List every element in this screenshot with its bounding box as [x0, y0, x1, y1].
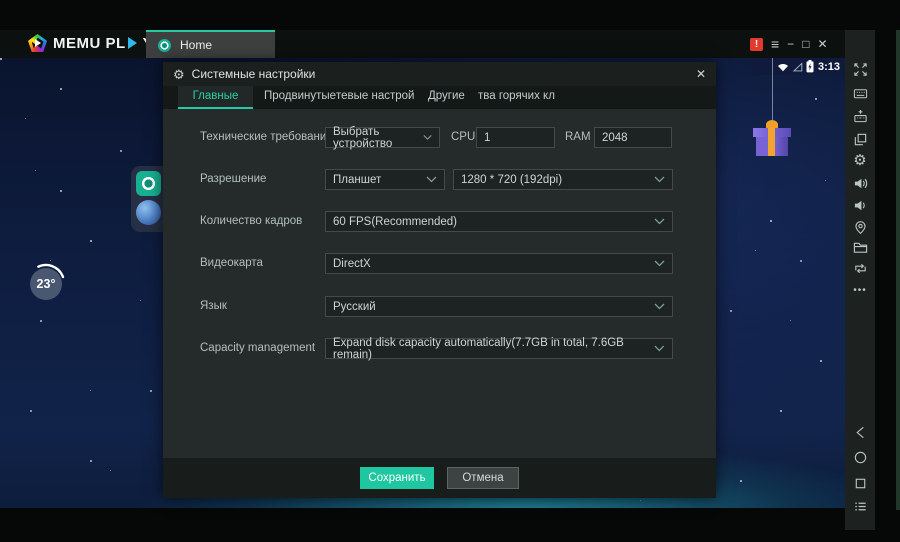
window-edge — [896, 30, 900, 510]
nav-home-icon[interactable] — [852, 449, 868, 465]
settings-gear-icon[interactable]: ⚙ — [852, 153, 868, 169]
ram-label: RAM — [565, 131, 591, 143]
memu-logo: MEMU PLY — [28, 34, 153, 52]
volume-down-icon[interactable] — [852, 197, 868, 213]
browser-app-icon[interactable] — [136, 200, 161, 225]
clock: 3:13 — [818, 61, 840, 73]
home-tab-label: Home — [180, 38, 212, 52]
chevron-down-icon — [654, 218, 665, 225]
volume-up-icon[interactable] — [852, 175, 868, 191]
save-button[interactable]: Сохранить — [360, 467, 434, 489]
dialog-body: Технические требования Выбрать устройств… — [163, 109, 716, 458]
wifi-icon — [777, 62, 789, 72]
nav-menu-icon[interactable] — [852, 498, 868, 514]
window-controls: ! ≡ − □ ✕ — [750, 37, 828, 51]
memu-app-icon[interactable] — [136, 171, 161, 196]
window-toolbar: MEMU PLY Home ! ≡ − □ ✕ — [0, 30, 875, 58]
multi-instance-icon[interactable] — [852, 131, 868, 147]
resolution-label: Разрешение — [200, 173, 266, 185]
capacity-label: Capacity management — [200, 342, 315, 354]
notification-badge[interactable]: ! — [750, 38, 763, 51]
tool-sidebar: ⚙ ••• — [845, 30, 875, 530]
capacity-select[interactable]: Expand disk capacity automatically(7.7GB… — [325, 338, 673, 359]
language-select[interactable]: Русский — [325, 296, 673, 317]
chevron-down-icon — [654, 345, 665, 352]
fullscreen-icon[interactable] — [852, 61, 868, 77]
play-triangle-icon — [128, 37, 143, 49]
location-icon[interactable] — [852, 219, 868, 235]
rotate-screen-icon[interactable] — [852, 260, 868, 276]
cpu-input[interactable] — [476, 127, 555, 148]
row-capacity: Capacity management Expand disk capacity… — [163, 338, 716, 359]
chevron-down-icon — [654, 303, 665, 310]
ram-input[interactable] — [594, 127, 672, 148]
fps-select[interactable]: 60 FPS(Recommended) — [325, 211, 673, 232]
dialog-close-icon[interactable]: ✕ — [696, 67, 706, 81]
resolution-type-select[interactable]: Планшет — [325, 169, 445, 190]
row-language: Язык Русский — [163, 296, 716, 317]
gift-box[interactable] — [753, 120, 791, 158]
battery-charging-icon — [806, 60, 814, 73]
gift-string — [772, 58, 773, 126]
tab-other[interactable]: Другие — [428, 86, 465, 109]
minimize-icon[interactable]: − — [787, 37, 794, 51]
shared-folder-icon[interactable] — [852, 239, 868, 255]
dialog-tabs: Главные Продвинутые тевые настрой Другие… — [163, 86, 716, 109]
device-label: Технические требования — [200, 131, 333, 143]
dialog-title: Системные настройки — [192, 67, 316, 81]
dialog-footer: Сохранить Отмена — [163, 458, 716, 498]
chevron-down-icon — [654, 260, 665, 267]
chevron-down-icon — [426, 176, 437, 183]
device-select[interactable]: Выбрать устройство — [325, 127, 440, 148]
gift-lid — [753, 128, 791, 137]
memu-logo-text: MEMU PLY — [53, 35, 153, 52]
language-label: Язык — [200, 300, 227, 312]
gift-body — [756, 137, 788, 156]
more-icon[interactable]: ••• — [852, 282, 868, 298]
android-status-bar: 3:13 — [752, 58, 845, 75]
signal-icon — [792, 62, 803, 72]
window-menu-icon[interactable]: ≡ — [771, 37, 779, 51]
chevron-down-icon — [654, 176, 665, 183]
nav-recents-icon[interactable] — [852, 475, 868, 491]
row-gpu: Видеокарта DirectX — [163, 253, 716, 274]
starfield-faint — [0, 58, 1, 59]
resolution-value-select[interactable]: 1280 * 720 (192dpi) — [453, 169, 673, 190]
keymapping-icon[interactable] — [852, 108, 868, 124]
home-tab-icon — [158, 39, 171, 52]
tab-hotkeys[interactable]: тва горячих кл — [478, 86, 555, 109]
gpu-select[interactable]: DirectX — [325, 253, 673, 274]
maximize-icon[interactable]: □ — [802, 37, 809, 51]
tab-network[interactable]: тевые настрой — [336, 86, 414, 109]
cancel-button[interactable]: Отмена — [447, 467, 519, 489]
keyboard-icon[interactable] — [852, 85, 868, 101]
performance-badge[interactable]: 23° — [30, 268, 62, 300]
close-icon[interactable]: ✕ — [817, 37, 827, 51]
gpu-label: Видеокарта — [200, 257, 263, 269]
chevron-down-icon — [423, 134, 432, 141]
row-device: Технические требования Выбрать устройств… — [163, 127, 716, 148]
tab-advanced[interactable]: Продвинутые — [264, 86, 336, 109]
cpu-label: CPU — [451, 131, 475, 143]
tab-main[interactable]: Главные — [178, 86, 253, 109]
system-settings-dialog: ⚙ Системные настройки ✕ Главные Продвину… — [163, 62, 716, 498]
memu-pentagon-icon — [28, 34, 47, 52]
tab-home[interactable]: Home — [146, 30, 275, 58]
row-resolution: Разрешение Планшет 1280 * 720 (192dpi) — [163, 169, 716, 190]
dialog-header: ⚙ Системные настройки ✕ — [163, 62, 716, 86]
fps-label: Количество кадров — [200, 215, 302, 227]
dialog-gear-icon: ⚙ — [173, 68, 185, 81]
nav-back-icon[interactable] — [852, 424, 868, 440]
row-fps: Количество кадров 60 FPS(Recommended) — [163, 211, 716, 232]
